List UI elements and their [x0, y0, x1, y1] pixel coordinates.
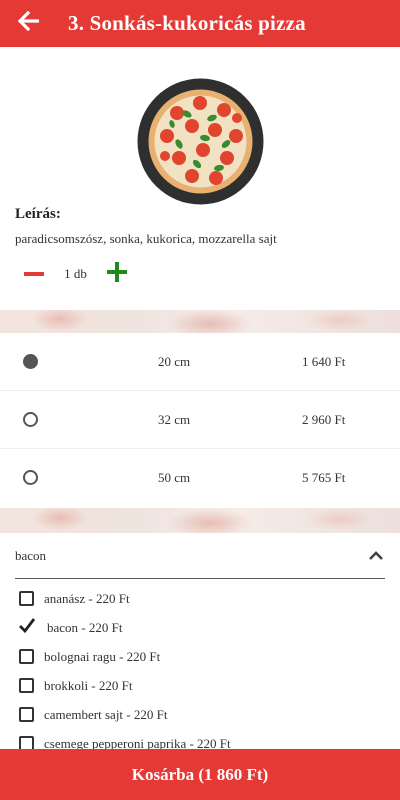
extra-label: bacon - 220 Ft	[47, 619, 123, 635]
radio-button-selected[interactable]	[23, 354, 38, 369]
size-option[interactable]: 50 cm 5 765 Ft	[0, 449, 400, 506]
size-label: 32 cm	[158, 411, 191, 427]
checkbox[interactable]	[19, 649, 34, 664]
extras-list: ananász - 220 Ft bacon - 220 Ft bolognai…	[0, 584, 400, 749]
size-option[interactable]: 32 cm 2 960 Ft	[0, 391, 400, 449]
checkbox[interactable]	[19, 678, 34, 693]
extra-label: brokkoli - 220 Ft	[44, 677, 133, 693]
extras-section: bacon ananász - 220 Ft bacon - 220 Ft bo…	[0, 533, 400, 749]
size-price: 1 640 Ft	[302, 353, 346, 369]
extra-item[interactable]: camembert sajt - 220 Ft	[0, 700, 400, 729]
checkbox[interactable]	[19, 591, 34, 606]
arrow-left-icon	[17, 10, 40, 36]
minus-icon	[24, 265, 44, 283]
description-label: Leírás:	[15, 206, 61, 222]
checkmark-icon[interactable]	[18, 617, 36, 640]
page-title: 3. Sonkás-kukoricás pizza	[68, 11, 306, 35]
increase-quantity-button[interactable]	[98, 258, 136, 290]
checkbox[interactable]	[19, 736, 34, 749]
extra-label: bolognai ragu - 220 Ft	[44, 648, 161, 664]
extra-label: camembert sajt - 220 Ft	[44, 706, 168, 722]
radio-button[interactable]	[23, 470, 38, 485]
chevron-up-icon[interactable]	[369, 548, 383, 566]
quantity-value: 1 db	[64, 266, 87, 281]
background-image-strip	[0, 310, 400, 333]
extra-item[interactable]: ananász - 220 Ft	[0, 584, 400, 613]
back-button[interactable]	[0, 0, 58, 47]
add-to-cart-button[interactable]: Kosárba (1 860 Ft)	[0, 749, 400, 800]
background-image-strip	[0, 508, 400, 533]
extras-selected-summary: bacon	[15, 547, 47, 563]
size-options: 20 cm 1 640 Ft 32 cm 2 960 Ft 50 cm 5 76…	[0, 333, 400, 508]
decrease-quantity-button[interactable]	[15, 258, 53, 290]
size-price: 2 960 Ft	[302, 411, 346, 427]
extra-label: csemege pepperoni paprika - 220 Ft	[44, 735, 231, 750]
quantity-stepper: 1 db	[15, 258, 165, 290]
extra-label: ananász - 220 Ft	[44, 590, 130, 606]
extra-item[interactable]: csemege pepperoni paprika - 220 Ft	[0, 729, 400, 749]
extra-item[interactable]: brokkoli - 220 Ft	[0, 671, 400, 700]
size-option[interactable]: 20 cm 1 640 Ft	[0, 333, 400, 391]
pizza-image	[137, 78, 264, 205]
description-text: paradicsomszósz, sonka, kukorica, mozzar…	[15, 231, 277, 246]
plus-icon	[107, 261, 127, 287]
add-to-cart-label: Kosárba (1 860 Ft)	[131, 764, 269, 784]
checkbox[interactable]	[19, 707, 34, 722]
extras-dropdown[interactable]: bacon	[15, 533, 385, 579]
app-header: 3. Sonkás-kukoricás pizza	[0, 0, 400, 47]
radio-button[interactable]	[23, 412, 38, 427]
extra-item[interactable]: bolognai ragu - 220 Ft	[0, 642, 400, 671]
size-price: 5 765 Ft	[302, 469, 346, 485]
extra-item[interactable]: bacon - 220 Ft	[0, 613, 400, 642]
size-label: 20 cm	[158, 353, 191, 369]
size-label: 50 cm	[158, 469, 191, 485]
